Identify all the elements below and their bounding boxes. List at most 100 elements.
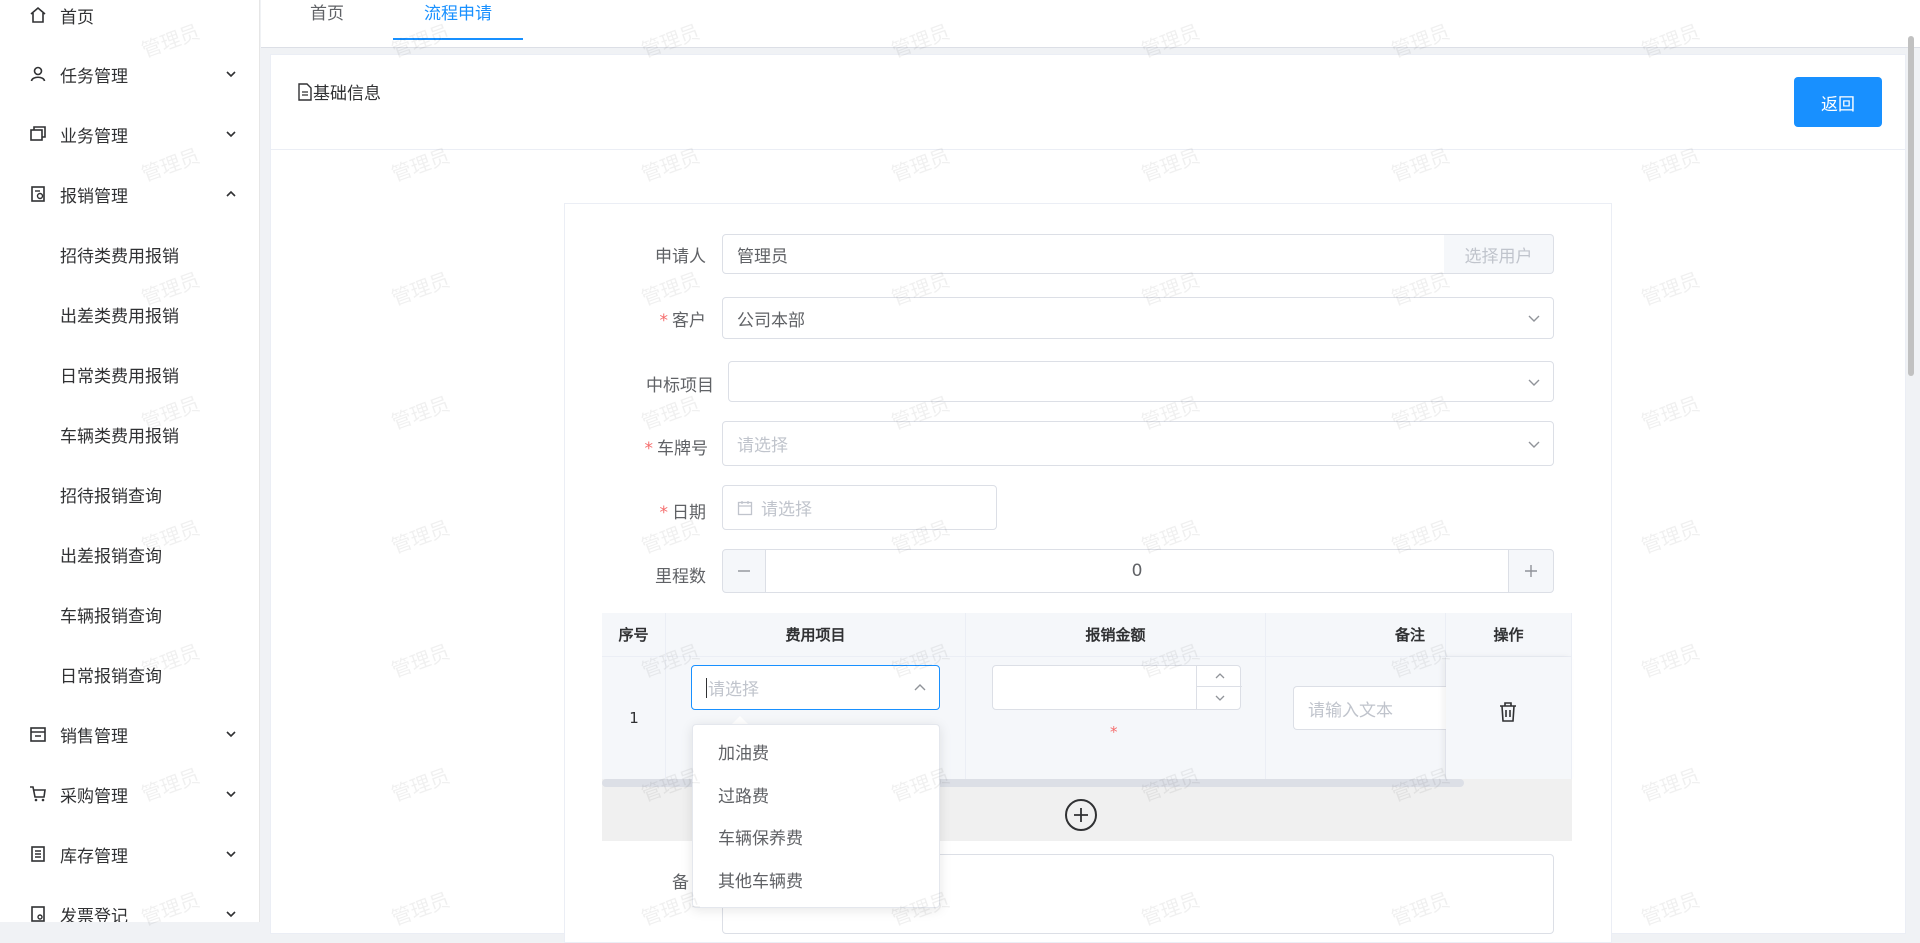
- table-header-expense-item: 费用项目: [666, 613, 966, 657]
- user-icon: [28, 64, 48, 84]
- project-select[interactable]: [728, 361, 1554, 402]
- sidebar-item-label: 发票登记: [60, 906, 128, 923]
- mileage-increase-button[interactable]: [1508, 549, 1554, 593]
- calendar-icon: [737, 500, 753, 515]
- home-icon: [28, 5, 48, 25]
- expense-item-select[interactable]: 请选择: [691, 665, 940, 710]
- applicant-input[interactable]: 管理员: [722, 234, 1445, 274]
- applicant-label: 申请人: [655, 247, 706, 267]
- amount-required-mark: *: [1110, 723, 1118, 741]
- date-picker[interactable]: 请选择: [722, 485, 997, 530]
- customer-select[interactable]: 公司本部: [722, 297, 1554, 339]
- chevron-down-icon: [226, 731, 236, 738]
- page-scrollbar[interactable]: [1908, 36, 1914, 376]
- chevron-down-icon: [226, 131, 236, 138]
- chevron-down-icon: [1528, 315, 1540, 322]
- remark-placeholder: 请输入文本: [1308, 700, 1393, 721]
- sidebar-subitem-travel[interactable]: 出差类费用报销: [0, 284, 259, 344]
- applicant-value: 管理员: [737, 246, 788, 267]
- row-index: 1: [629, 709, 639, 727]
- expense-item-placeholder: 请选择: [708, 680, 759, 700]
- chevron-down-icon: [1528, 441, 1540, 448]
- copy-icon: [28, 124, 48, 144]
- sidebar-subitem-label: 日常报销查询: [60, 666, 162, 687]
- mileage-decrease-button[interactable]: [722, 549, 766, 593]
- sidebar-item-label: 首页: [60, 7, 94, 28]
- card-title: 基础信息: [297, 79, 381, 104]
- sidebar-item-purchase[interactable]: 采购管理: [0, 764, 259, 824]
- tab-home[interactable]: 首页: [293, 0, 361, 40]
- sidebar-subitem-travel-query[interactable]: 出差报销查询: [0, 524, 259, 584]
- project-label: 中标项目: [646, 376, 714, 396]
- sidebar-item-task[interactable]: 任务管理: [0, 44, 259, 104]
- sidebar-item-reimbursement[interactable]: 报销管理: [0, 164, 259, 224]
- sidebar-subitem-label: 出差类费用报销: [60, 306, 179, 327]
- sidebar-subitem-entertainment-query[interactable]: 招待报销查询: [0, 464, 259, 524]
- back-button[interactable]: 返回: [1794, 77, 1882, 127]
- sidebar-subitem-vehicle-query[interactable]: 车辆报销查询: [0, 584, 259, 644]
- table-header-index: 序号: [602, 613, 666, 657]
- sidebar-item-label: 销售管理: [60, 726, 128, 747]
- amount-decrease-button[interactable]: [1197, 687, 1242, 709]
- plate-label-text: 车牌号: [657, 439, 708, 459]
- text-cursor: [706, 677, 707, 698]
- sidebar-item-label: 报销管理: [60, 186, 128, 207]
- sidebar-item-sales[interactable]: 销售管理: [0, 704, 259, 764]
- plate-select[interactable]: 请选择: [722, 421, 1554, 466]
- customer-value: 公司本部: [737, 310, 805, 331]
- table-header-remark: 备注: [1266, 613, 1446, 657]
- required-mark: *: [644, 439, 654, 459]
- mileage-input[interactable]: 0: [765, 549, 1509, 593]
- sidebar-item-label: 采购管理: [60, 786, 128, 807]
- sidebar-item-invoice[interactable]: 发票登记: [0, 884, 259, 923]
- invoice-icon: [28, 904, 48, 922]
- table-header-action: 操作: [1446, 613, 1572, 657]
- remark-label: 备: [672, 873, 689, 893]
- add-row-icon[interactable]: [1065, 799, 1097, 831]
- document-icon: [298, 82, 312, 101]
- mileage-label: 里程数: [655, 567, 706, 587]
- chevron-down-icon: [226, 911, 236, 918]
- sidebar-item-home[interactable]: 首页: [0, 0, 259, 45]
- dropdown-option[interactable]: 加油费: [693, 733, 941, 775]
- card-header: 基础信息 返回: [271, 55, 1905, 150]
- sidebar-item-inventory[interactable]: 库存管理: [0, 824, 259, 884]
- expense-item-dropdown: 加油费 过路费 车辆保养费 其他车辆费: [692, 724, 940, 908]
- chevron-down-icon: [226, 71, 236, 78]
- sidebar-item-label: 任务管理: [60, 66, 128, 87]
- sidebar-subitem-label: 车辆报销查询: [60, 606, 162, 627]
- sidebar-item-business[interactable]: 业务管理: [0, 104, 259, 164]
- chevron-up-icon: [1215, 672, 1224, 678]
- amount-increase-button[interactable]: [1197, 665, 1242, 687]
- dropdown-option[interactable]: 车辆保养费: [693, 818, 941, 860]
- sidebar-subitem-vehicle[interactable]: 车辆类费用报销: [0, 404, 259, 464]
- mileage-value: 0: [1131, 561, 1143, 581]
- chevron-up-icon: [226, 190, 236, 197]
- table-cell-remark: 请输入文本: [1266, 657, 1446, 779]
- sidebar-subitem-daily[interactable]: 日常类费用报销: [0, 344, 259, 404]
- dropdown-option[interactable]: 过路费: [693, 776, 941, 818]
- sidebar-subitem-daily-query[interactable]: 日常报销查询: [0, 644, 259, 704]
- table-header-amount: 报销金额: [966, 613, 1266, 657]
- amount-stepper: [1196, 665, 1242, 710]
- customer-label: * 客户: [640, 306, 707, 331]
- table-cell-action: [1446, 657, 1572, 779]
- cart-icon: [28, 784, 48, 804]
- sidebar-item-label: 业务管理: [60, 126, 128, 147]
- minus-icon: [738, 570, 750, 572]
- chevron-up-icon: [914, 684, 926, 691]
- remark-input[interactable]: 请输入文本: [1293, 686, 1446, 730]
- select-user-button[interactable]: 选择用户: [1444, 234, 1554, 274]
- date-placeholder: 请选择: [761, 500, 812, 520]
- chevron-down-icon: [226, 851, 236, 858]
- table-row: 1: [602, 657, 666, 779]
- trash-icon[interactable]: [1498, 701, 1518, 723]
- dropdown-option[interactable]: 其他车辆费: [693, 861, 941, 903]
- receipt-icon: [28, 184, 48, 204]
- chevron-down-icon: [1215, 695, 1224, 701]
- tab-process-application[interactable]: 流程申请: [393, 0, 523, 40]
- sidebar-subitem-entertainment[interactable]: 招待类费用报销: [0, 224, 259, 284]
- sidebar-subitem-label: 出差报销查询: [60, 546, 162, 567]
- card-title-text: 基础信息: [313, 84, 381, 104]
- store-icon: [28, 724, 48, 744]
